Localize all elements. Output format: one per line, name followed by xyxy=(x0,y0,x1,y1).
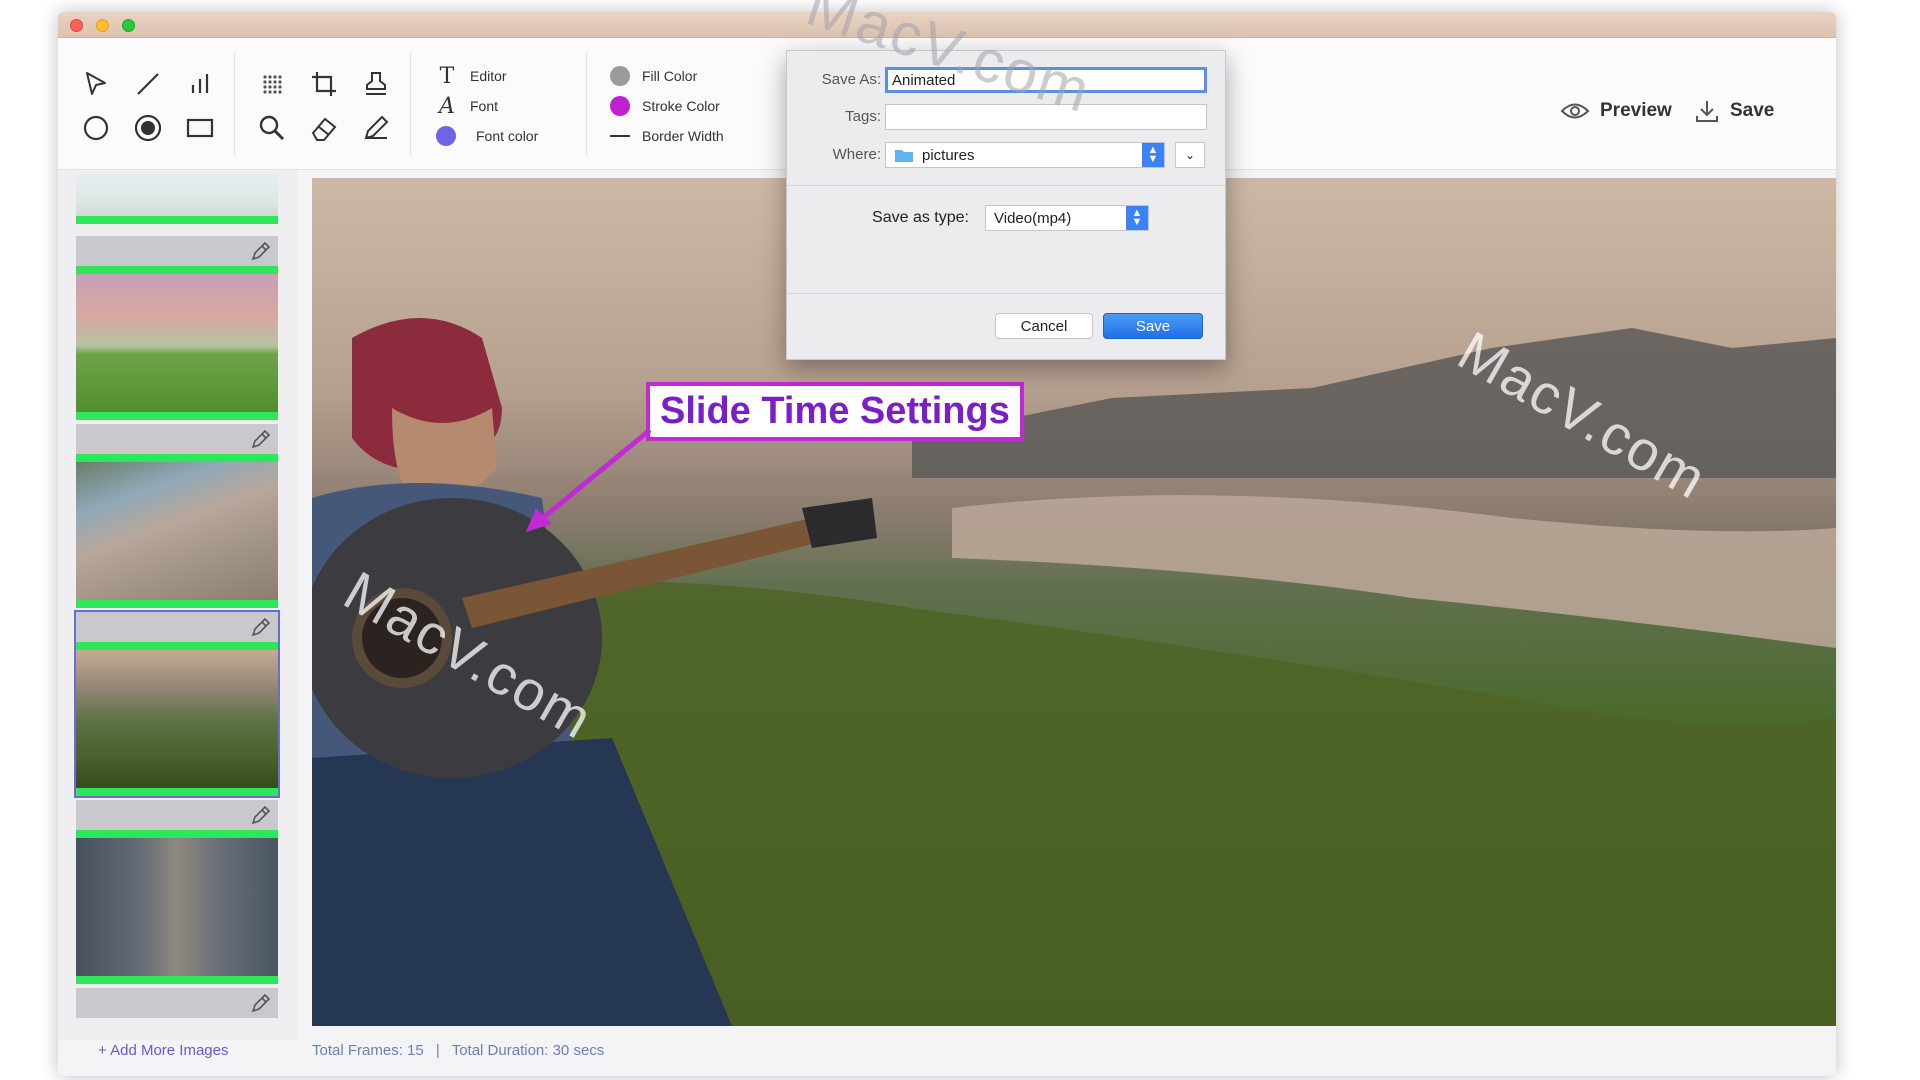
thumbnail-image xyxy=(76,650,278,788)
stepper-icon: ▲ ▼ xyxy=(1142,143,1164,167)
thumbnail-progress-bar xyxy=(76,788,278,796)
border-width-tool[interactable]: Border Width xyxy=(610,122,724,150)
toolbar-divider xyxy=(586,52,587,156)
thumbnail-progress-bar xyxy=(76,266,278,274)
dialog-divider xyxy=(787,293,1225,294)
thumbnail-progress-bar xyxy=(76,216,278,224)
editor-label: Editor xyxy=(470,68,507,84)
dialog-save-button[interactable]: Save xyxy=(1103,313,1203,339)
save-type-select[interactable]: Video(mp4) ▲ ▼ xyxy=(985,205,1149,231)
thumbnail-sidebar[interactable] xyxy=(58,170,298,1040)
status-separator: | xyxy=(435,1042,440,1059)
thumbnail-header xyxy=(76,424,278,454)
bar-chart-tool-icon[interactable] xyxy=(180,64,220,104)
thumbnail-header xyxy=(76,612,278,642)
thumbnail-image xyxy=(76,462,278,600)
crop-icon[interactable] xyxy=(304,64,344,104)
thumbnail-header xyxy=(76,236,278,266)
border-width-icon xyxy=(610,135,630,137)
editor-tool[interactable]: T Editor xyxy=(434,62,507,90)
expand-dialog-button[interactable]: ⌄ xyxy=(1175,142,1205,168)
zoom-window-button[interactable] xyxy=(122,19,135,32)
thumbnail-image xyxy=(76,838,278,976)
where-value: pictures xyxy=(922,146,975,164)
dialog-divider xyxy=(787,185,1225,186)
thumbnail-item[interactable] xyxy=(74,234,280,422)
thumbnail-item[interactable] xyxy=(74,798,280,986)
edit-pencil-icon[interactable] xyxy=(250,616,272,638)
font-a-icon: A xyxy=(439,93,455,119)
stamp-icon[interactable] xyxy=(356,64,396,104)
thumbnail-progress-bar xyxy=(76,976,278,984)
cancel-button[interactable]: Cancel xyxy=(995,313,1093,339)
edit-pencil-icon[interactable] xyxy=(250,992,272,1014)
toolbar-divider xyxy=(410,52,411,156)
edit-pencil-icon[interactable] xyxy=(250,240,272,262)
stroke-color-swatch xyxy=(610,96,630,116)
filled-circle-tool-icon[interactable] xyxy=(128,108,168,148)
thumbnail-progress-bar xyxy=(76,600,278,608)
stroke-color-tool[interactable]: Stroke Color xyxy=(610,92,720,120)
where-label: Where: xyxy=(832,146,881,163)
add-more-images-button[interactable]: + Add More Images xyxy=(98,1042,229,1059)
thumbnail-item[interactable] xyxy=(74,172,280,226)
save-as-label: Save As: xyxy=(821,71,881,88)
preview-button[interactable]: Preview xyxy=(1560,96,1672,126)
blur-grid-icon[interactable] xyxy=(252,64,292,104)
font-color-swatch xyxy=(436,126,456,146)
stroke-color-label: Stroke Color xyxy=(642,98,720,114)
folder-icon xyxy=(895,150,913,162)
minimize-window-button[interactable] xyxy=(96,19,109,32)
font-label: Font xyxy=(470,98,499,114)
pencil-tool-icon[interactable] xyxy=(356,108,396,148)
annotation-arrow xyxy=(526,428,652,532)
font-tool[interactable]: A Font xyxy=(434,92,498,120)
thumbnail-item[interactable] xyxy=(74,422,280,610)
where-select[interactable]: pictures ▲ ▼ xyxy=(885,142,1165,168)
thumbnail-image xyxy=(76,274,278,412)
status-bar: Total Frames: 15 | Total Duration: 30 se… xyxy=(312,1042,604,1059)
download-icon xyxy=(1696,101,1718,122)
preview-label: Preview xyxy=(1600,100,1672,121)
thumbnail-progress-bar xyxy=(76,412,278,420)
font-color-label: Font color xyxy=(476,128,539,144)
thumbnail-image xyxy=(76,174,278,216)
save-button[interactable]: Save xyxy=(1694,96,1774,126)
save-type-value: Video(mp4) xyxy=(994,209,1072,227)
total-duration: Total Duration: 30 secs xyxy=(451,1042,605,1059)
stepper-icon: ▲ ▼ xyxy=(1126,206,1148,230)
font-color-tool[interactable]: Font color xyxy=(436,122,538,150)
edit-pencil-icon[interactable] xyxy=(250,428,272,450)
select-arrow-icon[interactable] xyxy=(76,64,116,104)
edit-pencil-icon[interactable] xyxy=(250,804,272,826)
close-window-button[interactable] xyxy=(70,19,83,32)
app-window: T Editor A Font Font color Fill Color St… xyxy=(58,12,1836,1076)
rectangle-tool-icon[interactable] xyxy=(180,108,220,148)
save-label: Save xyxy=(1730,100,1775,121)
eraser-icon[interactable] xyxy=(304,108,344,148)
save-type-label: Save as type: xyxy=(872,209,969,226)
chevron-down-icon: ⌄ xyxy=(1184,148,1196,162)
thumbnail-header xyxy=(76,800,278,830)
thumbnail-progress-bar xyxy=(76,454,278,462)
line-tool-icon[interactable] xyxy=(128,64,168,104)
magnifier-icon[interactable] xyxy=(252,108,292,148)
text-t-icon: T xyxy=(439,63,455,89)
fill-color-label: Fill Color xyxy=(642,68,698,84)
slide-time-annotation[interactable]: Slide Time Settings xyxy=(646,382,1024,441)
toolbar-divider xyxy=(234,52,235,156)
thumbnail-progress-bar xyxy=(76,830,278,838)
tags-label: Tags: xyxy=(845,108,881,125)
thumbnail-item[interactable] xyxy=(74,986,280,1020)
border-width-label: Border Width xyxy=(642,128,724,144)
thumbnail-header xyxy=(76,988,278,1018)
total-frames: Total Frames: 15 xyxy=(312,1042,424,1059)
thumbnail-progress-bar xyxy=(76,642,278,650)
fill-color-swatch xyxy=(610,66,630,86)
fill-color-tool[interactable]: Fill Color xyxy=(610,62,697,90)
circle-tool-icon[interactable] xyxy=(76,108,116,148)
thumbnail-item-selected[interactable] xyxy=(74,610,280,798)
eye-icon xyxy=(1560,103,1590,119)
